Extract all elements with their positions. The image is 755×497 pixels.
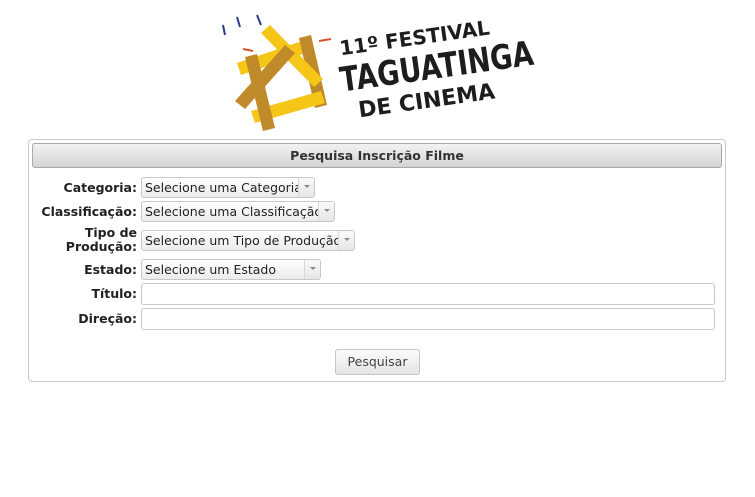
categoria-select[interactable]: Selecione uma Categoria — [141, 177, 315, 198]
tipo-producao-value: Selecione um Tipo de Produção — [145, 233, 342, 248]
film-star-logo-icon: 11º FESTIVAL TAGUATINGA DE CINEMA — [222, 14, 537, 131]
panel-title: Pesquisa Inscrição Filme — [32, 143, 722, 168]
titulo-label: Título: — [91, 286, 137, 301]
tipo-producao-label-line2: Produção: — [65, 239, 137, 254]
categoria-label: Categoria: — [63, 180, 137, 195]
festival-logo: 11º FESTIVAL TAGUATINGA DE CINEMA — [215, 5, 545, 137]
classificacao-label: Classificação: — [41, 204, 137, 219]
chevron-down-icon — [338, 231, 354, 250]
classificacao-select[interactable]: Selecione uma Classificação — [141, 201, 335, 222]
chevron-down-icon — [298, 178, 314, 197]
titulo-input[interactable] — [141, 283, 715, 305]
tipo-producao-label-line1: Tipo de — [84, 225, 137, 240]
chevron-down-icon — [318, 202, 334, 221]
categoria-value: Selecione uma Categoria — [145, 180, 302, 195]
classificacao-value: Selecione uma Classificação — [145, 204, 323, 219]
estado-select[interactable]: Selecione um Estado — [141, 259, 321, 280]
search-button[interactable]: Pesquisar — [335, 349, 420, 375]
direcao-label: Direção: — [78, 311, 137, 326]
tipo-producao-label: Tipo de Produção: — [66, 226, 137, 254]
tipo-producao-select[interactable]: Selecione um Tipo de Produção — [141, 230, 355, 251]
estado-label: Estado: — [84, 262, 137, 277]
chevron-down-icon — [304, 260, 320, 279]
direcao-input[interactable] — [141, 308, 715, 330]
search-panel: Pesquisa Inscrição Filme Categoria: Sele… — [28, 139, 726, 382]
estado-value: Selecione um Estado — [145, 262, 276, 277]
